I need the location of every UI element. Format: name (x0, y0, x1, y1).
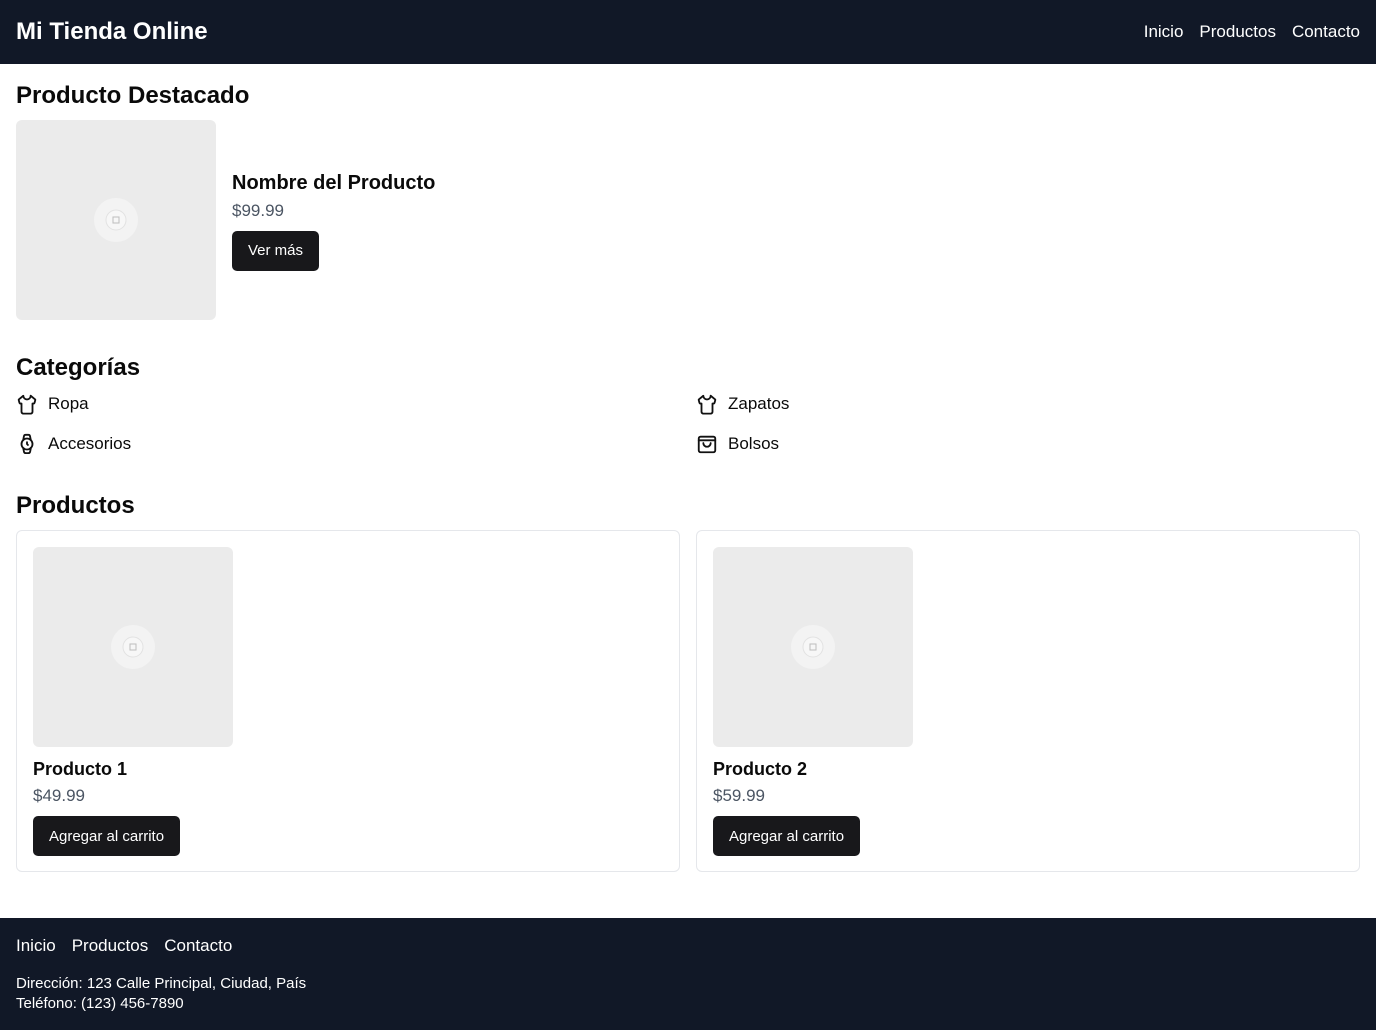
footer-address: Dirección: 123 Calle Principal, Ciudad, … (16, 975, 307, 992)
main-nav: Inicio Productos Contacto (1144, 22, 1360, 42)
footer: Inicio Productos Contacto Dirección: 123… (0, 918, 1376, 1030)
footer-nav: Inicio Productos Contacto (16, 936, 1360, 956)
footer-link-contacto[interactable]: Contacto (164, 936, 232, 956)
product-price: $59.99 (713, 786, 765, 805)
add-to-cart-button[interactable]: Agregar al carrito (33, 816, 181, 856)
image-placeholder-icon (791, 625, 835, 669)
featured-product-image[interactable] (16, 120, 216, 320)
featured-product-price: $99.99 (232, 200, 284, 220)
view-more-button[interactable]: Ver más (232, 230, 320, 271)
category-label: Accesorios (48, 434, 132, 453)
products-list: Producto 1 $49.99 Agregar al carrito Pro… (16, 530, 1360, 872)
footer-contact-info: Dirección: 123 Calle Principal, Ciudad, … (16, 974, 1360, 1014)
category-label: Zapatos (728, 394, 790, 413)
product-image[interactable] (713, 547, 913, 747)
featured-section-title: Producto Destacado (16, 82, 250, 109)
watch-icon (20, 433, 34, 455)
product-price: $49.99 (33, 786, 85, 805)
nav-link-contacto[interactable]: Contacto (1292, 22, 1360, 42)
product-image[interactable] (33, 547, 233, 747)
footer-phone: Teléfono: (123) 456-7890 (16, 995, 184, 1012)
categories-grid: Ropa Zapatos Accesorios Bolsos (16, 390, 1360, 458)
featured-product: Nombre del Producto $99.99 Ver más (16, 120, 1360, 320)
nav-link-productos[interactable]: Productos (1199, 22, 1276, 42)
top-navbar: Mi Tienda Online Inicio Productos Contac… (0, 0, 1376, 64)
featured-product-name: Nombre del Producto (232, 171, 436, 194)
categories-section-title: Categorías (16, 354, 141, 381)
brand-logo-text[interactable]: Mi Tienda Online (16, 18, 208, 46)
category-item-accesorios[interactable]: Accesorios (16, 430, 696, 458)
product-card: Producto 1 $49.99 Agregar al carrito (16, 530, 680, 872)
footer-link-productos[interactable]: Productos (72, 936, 149, 956)
image-placeholder-icon (111, 625, 155, 669)
product-card: Producto 2 $59.99 Agregar al carrito (696, 530, 1360, 872)
featured-product-info: Nombre del Producto $99.99 Ver más (232, 170, 435, 271)
product-name: Producto 2 (713, 759, 808, 779)
products-section-title: Productos (16, 492, 135, 519)
footer-link-inicio[interactable]: Inicio (16, 936, 56, 956)
category-label: Ropa (48, 394, 89, 413)
shirt-icon (697, 394, 717, 415)
add-to-cart-button[interactable]: Agregar al carrito (713, 816, 861, 856)
shirt-icon (17, 394, 37, 415)
category-label: Bolsos (728, 434, 780, 453)
product-name: Producto 1 (33, 759, 128, 779)
category-item-zapatos[interactable]: Zapatos (696, 390, 1360, 418)
nav-link-inicio[interactable]: Inicio (1144, 22, 1184, 42)
main-content: Producto Destacado Nombre del Producto $… (0, 82, 1376, 872)
shopping-bag-icon (697, 435, 717, 454)
image-placeholder-icon (94, 198, 138, 242)
category-item-ropa[interactable]: Ropa (16, 390, 696, 418)
category-item-bolsos[interactable]: Bolsos (696, 430, 1360, 458)
